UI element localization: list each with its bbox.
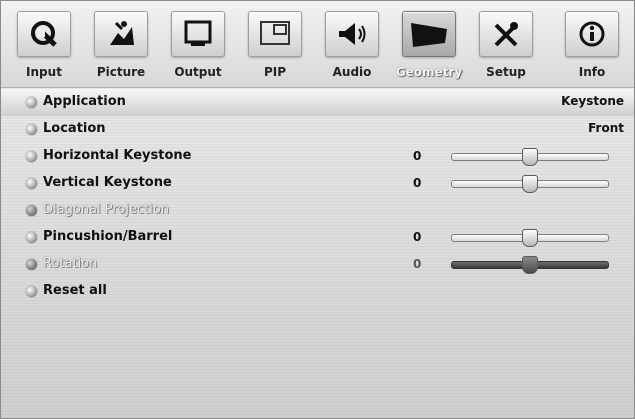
geometry-menu: Application Keystone Location Front Hori…	[1, 89, 634, 305]
bullet-icon	[26, 232, 37, 243]
horizontal-keystone-value: 0	[413, 149, 422, 163]
tab-input[interactable]: Input	[9, 11, 79, 83]
tab-setup[interactable]: Setup	[471, 11, 541, 83]
menu-item-vertical-keystone[interactable]: Vertical Keystone 0	[1, 170, 634, 197]
bullet-icon	[26, 259, 37, 270]
bullet-icon	[26, 205, 37, 216]
tab-picture[interactable]: Picture	[86, 11, 156, 83]
tab-output[interactable]: Output	[163, 11, 233, 83]
tab-icon-frame	[565, 11, 619, 57]
slider-thumb[interactable]	[522, 175, 538, 193]
tab-geometry[interactable]: Geometry	[394, 11, 464, 83]
osd-screen: Input Picture Output PIP Audio Geometry …	[0, 0, 635, 419]
bullet-icon	[26, 151, 37, 162]
tab-label: Output	[174, 65, 222, 79]
audio-icon	[339, 23, 366, 45]
tab-bar: Input Picture Output PIP Audio Geometry …	[1, 1, 634, 88]
tab-label: PIP	[263, 65, 287, 79]
application-value[interactable]: Keystone	[561, 94, 624, 108]
bullet-icon	[26, 124, 37, 135]
slider-thumb	[522, 256, 538, 274]
pincushion-barrel-value: 0	[413, 230, 422, 244]
menu-item-label: Horizontal Keystone	[43, 148, 192, 163]
tab-icon-frame	[402, 11, 456, 57]
info-icon	[579, 21, 605, 47]
menu-item-label: Rotation	[43, 256, 98, 271]
vertical-keystone-value: 0	[413, 176, 422, 190]
slider-thumb[interactable]	[522, 229, 538, 247]
tab-label: Info	[578, 65, 606, 79]
geometry-icon	[411, 23, 447, 47]
menu-item-horizontal-keystone[interactable]: Horizontal Keystone 0	[1, 143, 634, 170]
menu-item-label: Reset all	[43, 283, 107, 298]
menu-item-pincushion-barrel[interactable]: Pincushion/Barrel 0	[1, 224, 634, 251]
input-icon	[31, 21, 57, 47]
tab-icon-frame	[479, 11, 533, 57]
tab-label: Geometry	[395, 65, 463, 79]
horizontal-keystone-slider[interactable]	[451, 148, 609, 166]
vertical-keystone-slider[interactable]	[451, 175, 609, 193]
tab-pip[interactable]: PIP	[240, 11, 310, 83]
pincushion-barrel-slider[interactable]	[451, 229, 609, 247]
tab-audio[interactable]: Audio	[317, 11, 387, 83]
slider-thumb[interactable]	[522, 148, 538, 166]
tab-icon-frame	[171, 11, 225, 57]
menu-item-label: Diagonal Projection	[43, 202, 170, 217]
menu-item-label: Application	[43, 94, 126, 109]
setup-icon	[494, 22, 518, 47]
tab-label: Audio	[332, 65, 372, 79]
bullet-icon	[26, 178, 37, 189]
rotation-value: 0	[413, 257, 422, 271]
menu-item-label: Vertical Keystone	[43, 175, 172, 190]
menu-item-label: Location	[43, 121, 106, 136]
tab-info[interactable]: Info	[557, 11, 627, 83]
menu-item-rotation: Rotation 0	[1, 251, 634, 278]
tab-label: Setup	[486, 65, 526, 79]
rotation-slider	[451, 256, 609, 274]
output-icon	[184, 20, 212, 46]
tab-icon-frame	[94, 11, 148, 57]
tab-label: Input	[26, 65, 62, 79]
menu-item-reset-all[interactable]: Reset all	[1, 278, 634, 305]
menu-item-label: Pincushion/Barrel	[43, 229, 173, 244]
bullet-icon	[26, 97, 37, 108]
menu-item-diagonal-projection: Diagonal Projection	[1, 197, 634, 224]
location-value[interactable]: Front	[588, 121, 624, 135]
menu-item-location[interactable]: Location Front	[1, 116, 634, 143]
tab-icon-frame	[17, 11, 71, 57]
tab-icon-frame	[325, 11, 379, 57]
tab-icon-frame	[248, 11, 302, 57]
pip-icon	[260, 21, 290, 45]
tab-label: Picture	[96, 65, 146, 79]
menu-item-application[interactable]: Application Keystone	[1, 89, 634, 116]
picture-icon	[110, 21, 134, 45]
bullet-icon	[26, 286, 37, 297]
